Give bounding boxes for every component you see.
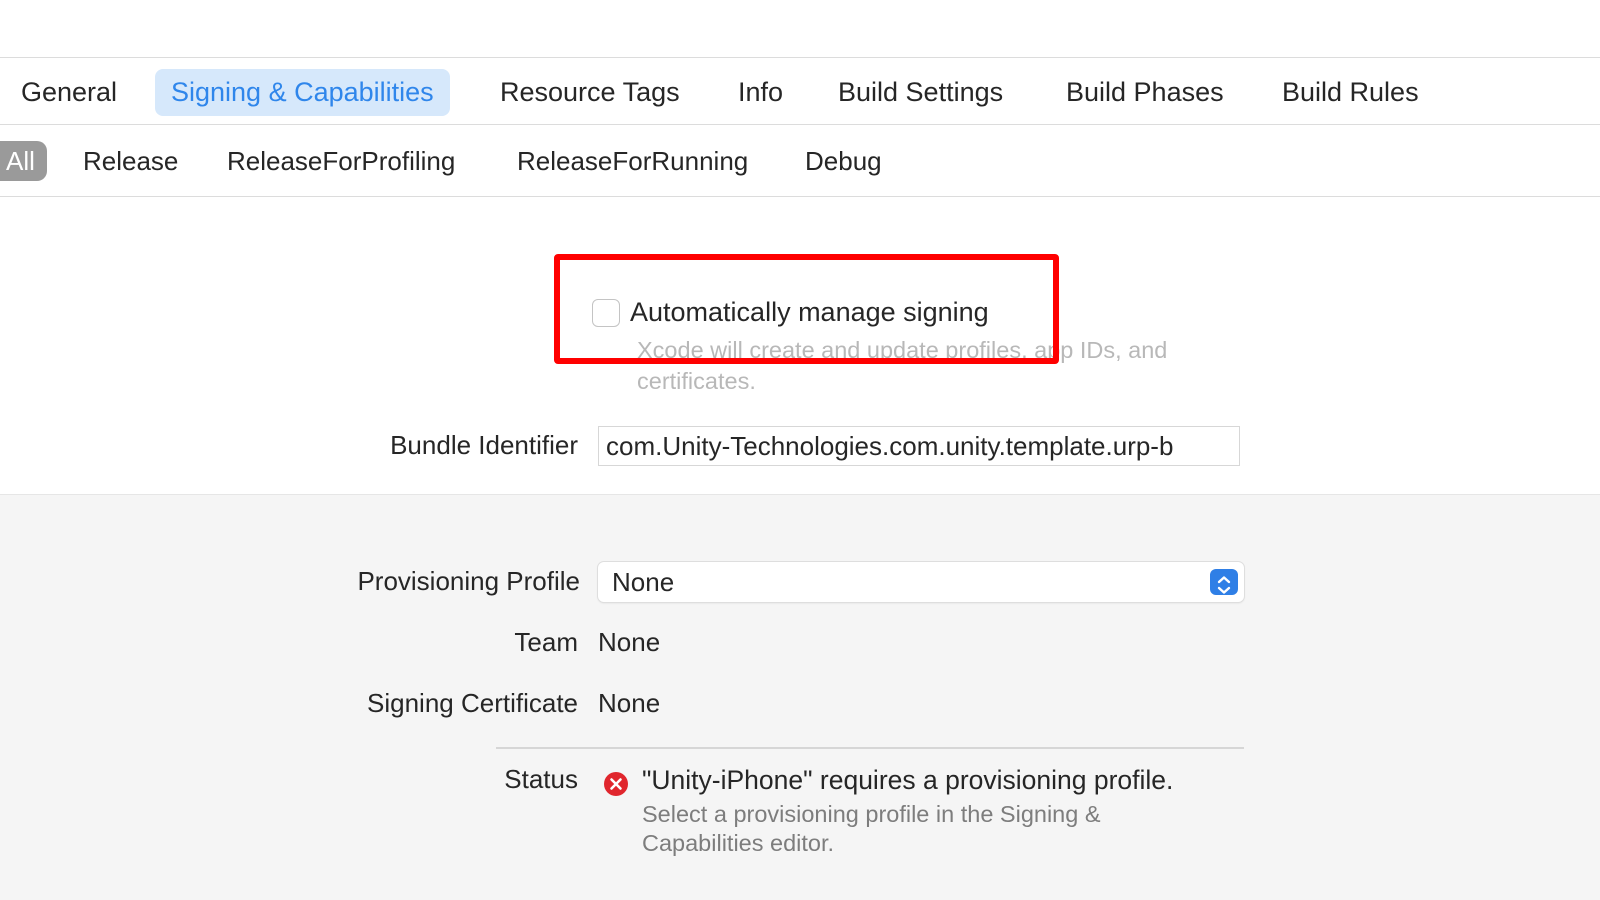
status-divider: [496, 747, 1244, 749]
auto-manage-signing-label[interactable]: Automatically manage signing: [630, 297, 989, 328]
chevron-up-down-icon: [1210, 569, 1238, 595]
provisioning-profile-label: Provisioning Profile: [357, 566, 580, 596]
bundle-identifier-label: Bundle Identifier: [390, 430, 578, 460]
config-release[interactable]: Release: [83, 141, 178, 181]
tab-resource-tags[interactable]: Resource Tags: [484, 69, 696, 116]
error-circle-x-icon: [603, 771, 629, 797]
tab-general[interactable]: General: [5, 69, 133, 116]
xcode-signing-editor: General Signing & Capabilities Resource …: [0, 0, 1600, 900]
status-description: Select a provisioning profile in the Sig…: [642, 801, 1101, 856]
tab-info[interactable]: Info: [722, 69, 799, 116]
configuration-bar: All Release ReleaseForProfiling ReleaseF…: [0, 125, 1600, 197]
team-value: None: [598, 627, 661, 657]
tab-signing-capabilities[interactable]: Signing & Capabilities: [155, 69, 450, 116]
tab-build-settings[interactable]: Build Settings: [822, 69, 1019, 116]
tab-build-phases[interactable]: Build Phases: [1050, 69, 1240, 116]
status-label: Status: [504, 764, 578, 794]
team-label: Team: [514, 627, 578, 657]
bundle-identifier-field[interactable]: com.Unity-Technologies.com.unity.templat…: [598, 426, 1240, 466]
provisioning-profile-select[interactable]: None: [598, 562, 1244, 602]
editor-tab-bar: General Signing & Capabilities Resource …: [0, 58, 1600, 125]
config-release-for-running[interactable]: ReleaseForRunning: [517, 141, 748, 181]
status-message: "Unity-iPhone" requires a provisioning p…: [642, 765, 1174, 795]
signing-certificate-label: Signing Certificate: [367, 688, 578, 718]
config-release-for-profiling[interactable]: ReleaseForProfiling: [227, 141, 455, 181]
signing-certificate-value: None: [598, 688, 661, 718]
auto-manage-signing-description: Xcode will create and update profiles, a…: [637, 337, 1168, 394]
auto-manage-signing-checkbox[interactable]: [592, 299, 620, 327]
provisioning-profile-value: None: [612, 567, 675, 597]
config-debug[interactable]: Debug: [805, 141, 882, 181]
config-all[interactable]: All: [0, 141, 47, 181]
tab-build-rules[interactable]: Build Rules: [1266, 69, 1435, 116]
title-strip: [0, 0, 1600, 58]
